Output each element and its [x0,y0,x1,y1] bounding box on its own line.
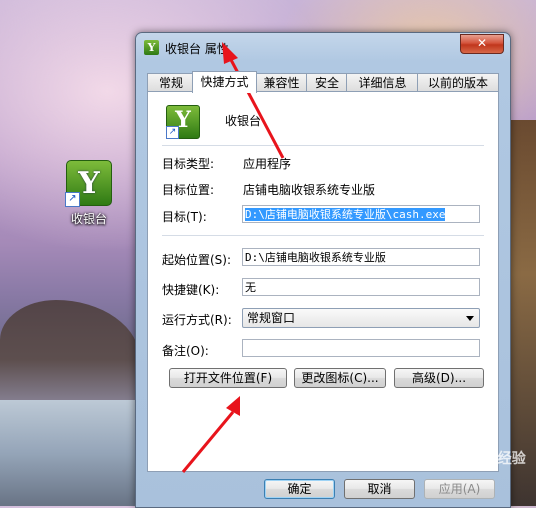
tab-shortcut[interactable]: 快捷方式 [192,71,257,93]
red-arrow-bottom [181,396,240,473]
watermark: Baidu 经验 [448,451,526,467]
red-arrow-top [222,42,285,159]
annotation-arrows [181,42,285,473]
